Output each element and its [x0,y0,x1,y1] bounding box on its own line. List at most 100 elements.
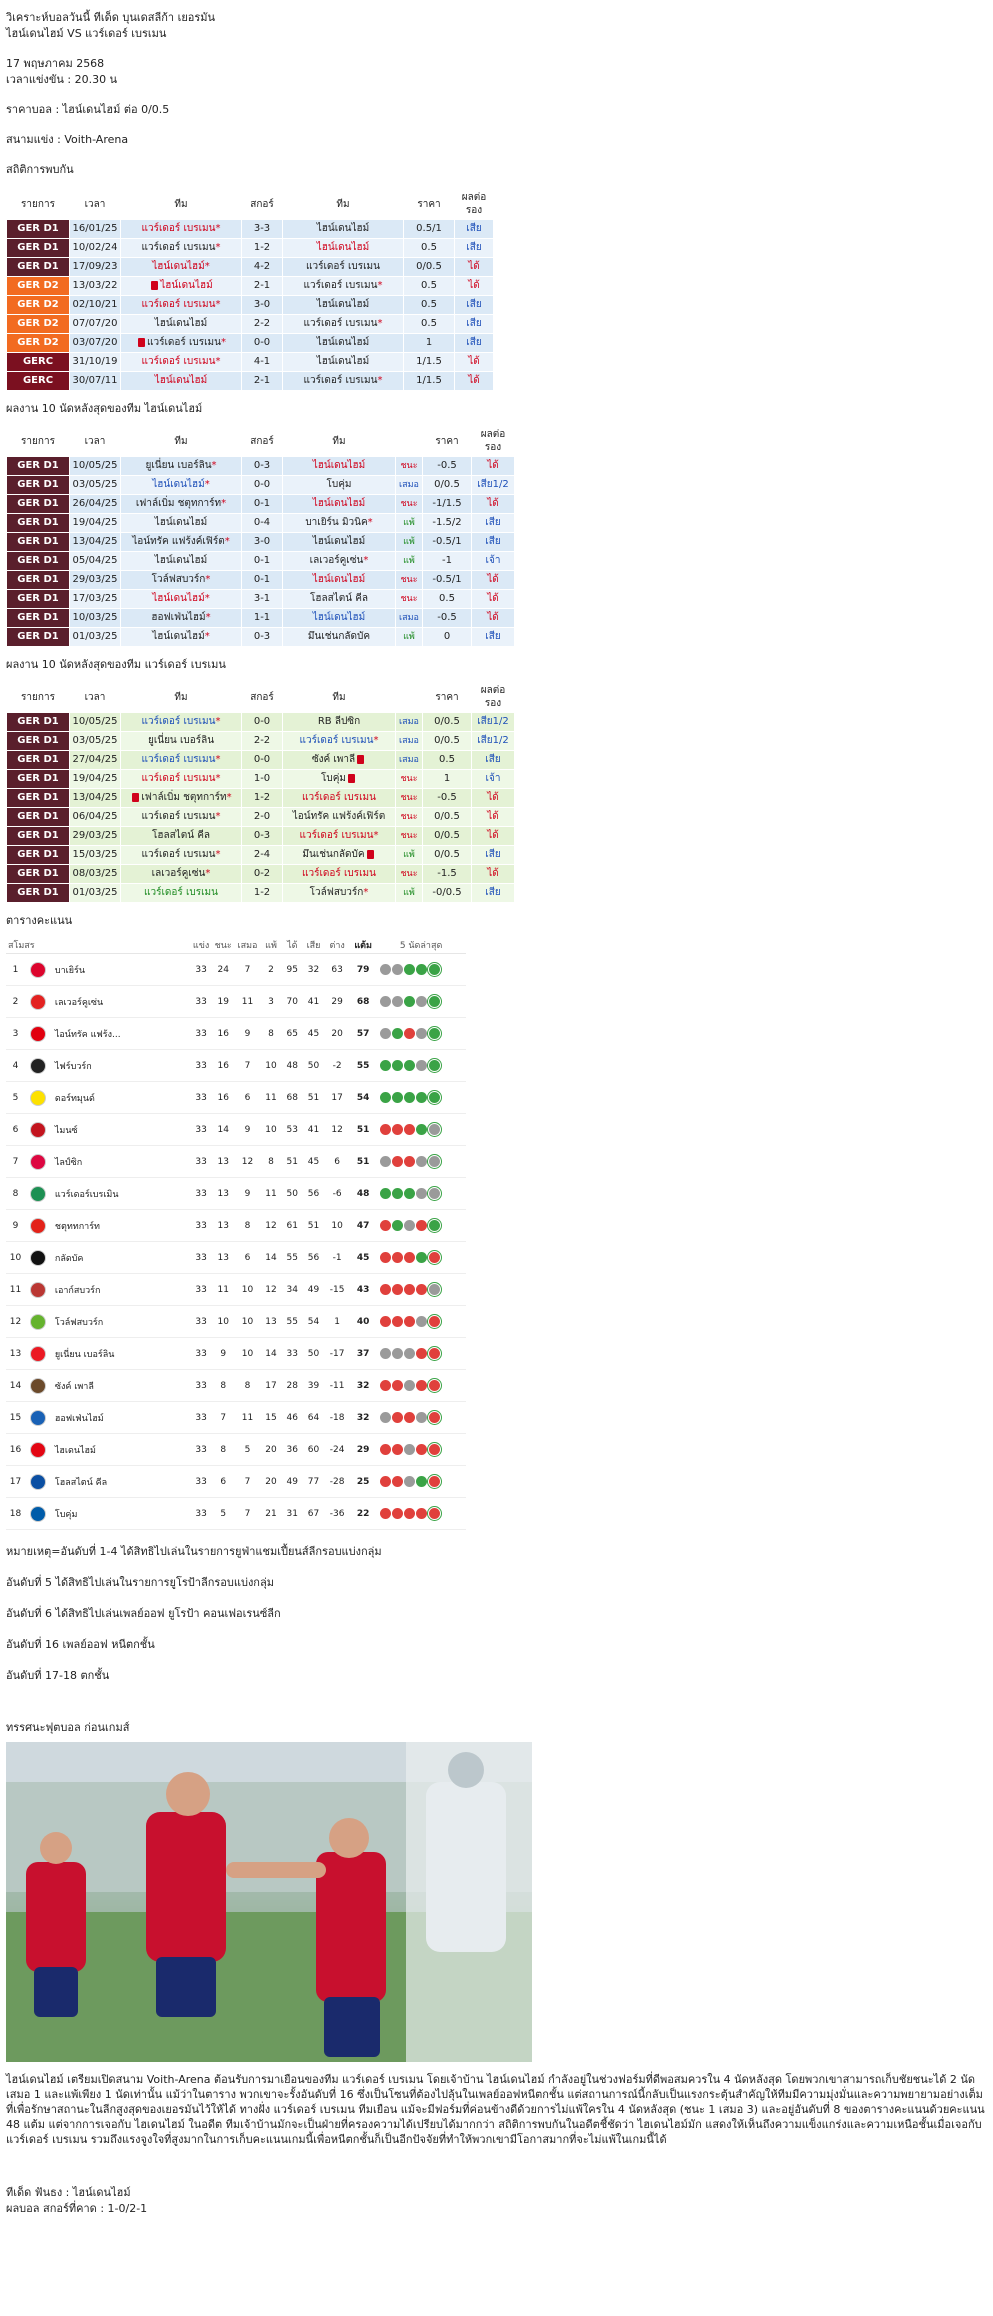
odds-value: 0 [423,628,471,646]
form-draw-icon [428,1123,442,1136]
team-name: ไฮน์เดนไฮม์ [160,280,213,291]
stat-p: 33 [190,1433,212,1466]
table-row: GER D1 01/03/25 ไฮน์เดนไฮม์* 0-3 มึนเช่นกลัด… [7,628,514,646]
stat-a: 32 [302,953,325,986]
favourite-marker: * [220,337,226,348]
team-name: ซังค์ เพาลี [311,754,356,765]
handicap-result: เสีย [455,239,493,257]
form-win-icon [392,1220,404,1231]
team-home: ไฮน์เดนไฮม์ [121,277,241,295]
club-crest-icon [29,1313,46,1330]
club-name: แวร์เดอร์เบรเมิน [50,1177,191,1210]
form-loss-icon [392,1316,404,1327]
league-badge: GER D1 [7,476,69,494]
handicap-result: ได้ [472,808,514,826]
club-crest [24,1401,51,1434]
stat-f: 55 [281,1305,303,1338]
match-score: 2-2 [242,732,282,750]
form-loss-icon [428,1315,442,1328]
team-name: เฟาล์เบิ่ม ชตุทการ์ท [135,498,222,509]
team-name: ไฮน์เดนไฮม์ [152,261,205,272]
table-row: 6 ไมนซ์ 33 14 9 10 53 41 12 51 [6,1113,466,1146]
team-away: ไฮน์เดนไฮม์ [283,334,403,352]
odds-value: 0.5 [404,315,454,333]
form-win-icon [416,1092,428,1103]
league-badge: GER D1 [7,732,69,750]
form-loss-icon [392,1156,404,1167]
red-card-icon [151,280,159,290]
stat-p: 33 [190,1337,212,1370]
stat-w: 14 [211,1113,235,1146]
h2h-title: สถิติการพบกัน [6,163,74,176]
h2h-table: รายการ เวลา ทีม สกอร์ ทีม ราคา ผลต่อรอง … [6,188,494,391]
form-win-icon [404,1188,416,1199]
handicap-result: เสีย [472,846,514,864]
table-row: 14 ซังค์ เพาลี 33 8 8 17 28 39 -11 32 [6,1369,466,1402]
league-badge: GERC [7,353,69,371]
form-loss-icon [404,1252,416,1263]
team-away: โวล์ฟสบวร์ก* [283,884,395,902]
match-date: 02/10/21 [70,296,120,314]
stat-w: 6 [211,1465,235,1498]
table-row: 3 ไอน์ทรัค แฟร้ง... 33 16 9 8 65 45 20 57 [6,1017,466,1050]
league-badge: GER D1 [7,552,69,570]
team-away: แวร์เดอร์ เบรเมน* [283,315,403,333]
away-form-title: ผลงาน 10 นัดหลังสุดของทีม แวร์เดอร์ เบรเ… [6,658,226,671]
match-date: 10/05/25 [70,713,120,731]
match-date: 03/05/25 [70,732,120,750]
stat-l: 2 [260,953,282,986]
team-name: เลเวอร์คูเซ่น [151,868,206,879]
form-loss-icon [380,1476,392,1487]
stat-pts: 37 [350,1337,377,1370]
stat-d: 7 [234,1465,261,1498]
stat-a: 56 [302,1241,325,1274]
odds-value: 0/0.5 [423,808,471,826]
team-home: ไฮน์เดนไฮม์* [121,628,241,646]
team-home: ไฮน์เดนไฮม์ [121,315,241,333]
stat-a: 49 [302,1273,325,1306]
stat-f: 53 [281,1113,303,1146]
team-name: ไฮน์เดนไฮม์ [154,375,208,386]
odds-value: 0/0.5 [423,732,471,750]
match-outcome: แพ้ [396,533,422,551]
form-win-icon [380,1188,392,1199]
team-away: RB ลีปซิก [283,713,395,731]
stat-p: 33 [190,1273,212,1306]
match-score: 2-1 [242,372,282,390]
stat-pts: 68 [350,985,377,1018]
recent-form [376,1081,466,1114]
col-time: เวลา [70,189,120,219]
club-crest [24,1465,51,1498]
recent-form [376,1433,466,1466]
recent-form [376,1305,466,1338]
odds-value: -0.5/1 [423,571,471,589]
stat-pts: 40 [350,1305,377,1338]
team-away: แวร์เดอร์ เบรเมน [283,865,395,883]
standing-position: 11 [6,1273,25,1306]
team-away: ซังค์ เพาลี [283,751,395,769]
recent-form [376,1145,466,1178]
team-away: แวร์เดอร์ เบรเมน [283,258,403,276]
favourite-marker: * [377,318,383,329]
club-crest-icon [29,1473,46,1490]
team-home: ยูเนี่ยน เบอร์ลิน* [121,457,241,475]
stat-pts: 32 [350,1401,377,1434]
recent-form [376,1177,466,1210]
standing-position: 7 [6,1145,25,1178]
handicap-result: ได้ [472,571,514,589]
col-team-away: ทีม [283,189,403,219]
stat-gd: -36 [324,1497,351,1530]
team-name: แวร์เดอร์ เบรเมน [303,375,378,386]
match-score: 2-1 [242,277,282,295]
table-row: 1 บาเยิร์น 33 24 7 2 95 32 63 79 [6,953,466,986]
match-date: 31/10/19 [70,353,120,371]
club-crest-icon [29,1377,46,1394]
stat-gd: 12 [324,1113,351,1146]
match-date: 10/03/25 [70,609,120,627]
recent-form [376,985,466,1018]
club-crest-icon [29,1121,46,1138]
match-score: 0-0 [242,713,282,731]
team-home: ไฮน์เดนไฮม์ [121,372,241,390]
stat-w: 13 [211,1209,235,1242]
form-win-icon [428,1027,442,1040]
